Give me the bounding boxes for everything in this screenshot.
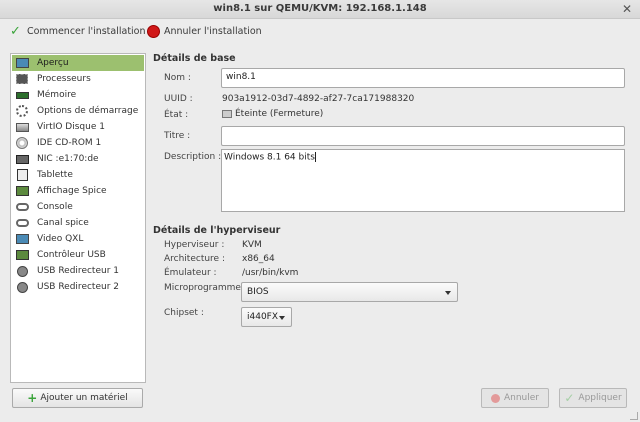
- basic-details-heading: Détails de base: [153, 53, 236, 64]
- chipset-label: Chipset :: [164, 308, 204, 318]
- sidebar-item-boot-options[interactable]: Options de démarrage: [12, 103, 144, 119]
- sidebar-item-label: Processeurs: [37, 74, 91, 84]
- chevron-down-icon: [279, 316, 285, 320]
- text-cursor: [314, 152, 316, 162]
- state-value: Éteinte (Fermeture): [222, 109, 323, 119]
- chipset-select[interactable]: i440FX: [241, 307, 292, 327]
- sidebar-item-cdrom[interactable]: IDE CD-ROM 1: [12, 135, 144, 151]
- state-text: Éteinte (Fermeture): [235, 109, 324, 119]
- sidebar-item-label: Mémoire: [37, 90, 77, 100]
- usb-redirector-icon: [15, 265, 29, 277]
- close-icon[interactable]: ✕: [622, 2, 632, 16]
- channel-icon: [15, 217, 29, 229]
- cancel-icon: [490, 393, 500, 403]
- state-label: État :: [164, 110, 189, 120]
- usb-controller-icon: [15, 249, 29, 261]
- disk-icon: [15, 121, 29, 133]
- display-icon: [15, 185, 29, 197]
- emulator-value: /usr/bin/kvm: [242, 268, 299, 278]
- sidebar-item-label: Video QXL: [37, 234, 84, 244]
- sidebar-item-label: NIC :e1:70:de: [37, 154, 99, 164]
- sidebar-item-label: Canal spice: [37, 218, 89, 228]
- hypervisor-label: Hyperviseur :: [164, 240, 225, 250]
- architecture-value: x86_64: [242, 254, 275, 264]
- sidebar-item-usb-redirector-2[interactable]: USB Redirecteur 2: [12, 279, 144, 295]
- toolbar: ✓ Commencer l'installation Annuler l'ins…: [0, 19, 640, 46]
- architecture-label: Architecture :: [164, 254, 225, 264]
- title-bar: win8.1 sur QEMU/KVM: 192.168.1.148 ✕: [0, 0, 640, 19]
- sidebar-item-label: Aperçu: [37, 58, 69, 68]
- stop-icon: [147, 25, 160, 38]
- begin-install-button[interactable]: ✓ Commencer l'installation: [10, 25, 146, 38]
- cdrom-icon: [15, 137, 29, 149]
- hypervisor-value: KVM: [242, 240, 262, 250]
- sidebar-item-virtio-disk[interactable]: VirtIO Disque 1: [12, 119, 144, 135]
- emulator-label: Émulateur :: [164, 268, 217, 278]
- name-label: Nom :: [164, 73, 191, 83]
- sidebar-item-label: Console: [37, 202, 73, 212]
- sidebar-item-label: IDE CD-ROM 1: [37, 138, 102, 148]
- check-icon: ✓: [564, 391, 575, 405]
- cancel-install-label: Annuler l'installation: [164, 26, 262, 37]
- sidebar-item-spice-channel[interactable]: Canal spice: [12, 215, 144, 231]
- monitor-off-icon: [222, 109, 232, 118]
- console-icon: [15, 201, 29, 213]
- apply-button[interactable]: ✓ Appliquer: [559, 388, 627, 408]
- sidebar-item-label: Tablette: [37, 170, 73, 180]
- title-label: Titre :: [164, 131, 191, 141]
- uuid-value: 903a1912-03d7-4892-af27-7ca171988320: [222, 94, 415, 104]
- title-input[interactable]: [221, 126, 625, 146]
- usb-redirector-icon: [15, 281, 29, 293]
- add-hardware-button[interactable]: + Ajouter un matériel: [12, 388, 143, 408]
- begin-install-label: Commencer l'installation: [27, 26, 146, 37]
- chevron-down-icon: [445, 291, 451, 295]
- sidebar-item-tablet[interactable]: Tablette: [12, 167, 144, 183]
- sidebar-item-label: Contrôleur USB: [37, 250, 106, 260]
- sidebar-item-overview[interactable]: Aperçu: [12, 55, 144, 71]
- firmware-select[interactable]: BIOS: [241, 282, 458, 302]
- tablet-icon: [15, 169, 29, 181]
- sidebar-item-label: VirtIO Disque 1: [37, 122, 105, 132]
- apply-button-label: Appliquer: [578, 393, 622, 403]
- cancel-button[interactable]: Annuler: [481, 388, 549, 408]
- video-icon: [15, 233, 29, 245]
- firmware-selected-value: BIOS: [247, 287, 269, 297]
- sidebar-item-spice-display[interactable]: Affichage Spice: [12, 183, 144, 199]
- description-label: Description :: [164, 152, 222, 162]
- description-text: Windows 8.1 64 bits: [224, 152, 315, 163]
- sidebar-item-label: USB Redirecteur 2: [37, 282, 119, 292]
- sidebar-item-usb-controller[interactable]: Contrôleur USB: [12, 247, 144, 263]
- hardware-list: Aperçu Processeurs Mémoire Options de dé…: [10, 53, 146, 383]
- sidebar-item-video-qxl[interactable]: Video QXL: [12, 231, 144, 247]
- name-input[interactable]: win8.1: [221, 68, 625, 88]
- cancel-button-label: Annuler: [503, 393, 539, 403]
- add-hardware-label: Ajouter un matériel: [40, 393, 128, 403]
- sidebar-item-label: USB Redirecteur 1: [37, 266, 119, 276]
- firmware-label: Microprogramme: [164, 283, 241, 293]
- description-textarea[interactable]: Windows 8.1 64 bits: [221, 149, 625, 212]
- memory-icon: [15, 89, 29, 101]
- boot-options-icon: [15, 105, 29, 117]
- resize-grip-icon[interactable]: [630, 412, 638, 420]
- sidebar-item-nic[interactable]: NIC :e1:70:de: [12, 151, 144, 167]
- cancel-install-button[interactable]: Annuler l'installation: [147, 25, 262, 38]
- sidebar-item-label: Options de démarrage: [37, 106, 139, 116]
- sidebar-item-processors[interactable]: Processeurs: [12, 71, 144, 87]
- window-title: win8.1 sur QEMU/KVM: 192.168.1.148: [213, 3, 427, 14]
- sidebar-item-label: Affichage Spice: [37, 186, 107, 196]
- hypervisor-details-heading: Détails de l'hyperviseur: [153, 225, 281, 236]
- check-icon: ✓: [10, 24, 21, 39]
- uuid-label: UUID :: [164, 94, 193, 104]
- sidebar-item-console[interactable]: Console: [12, 199, 144, 215]
- plus-icon: +: [27, 391, 38, 405]
- sidebar-item-usb-redirector-1[interactable]: USB Redirecteur 1: [12, 263, 144, 279]
- network-icon: [15, 153, 29, 165]
- cpu-icon: [15, 73, 29, 85]
- monitor-icon: [15, 57, 29, 69]
- chipset-selected-value: i440FX: [247, 312, 279, 322]
- sidebar-item-memory[interactable]: Mémoire: [12, 87, 144, 103]
